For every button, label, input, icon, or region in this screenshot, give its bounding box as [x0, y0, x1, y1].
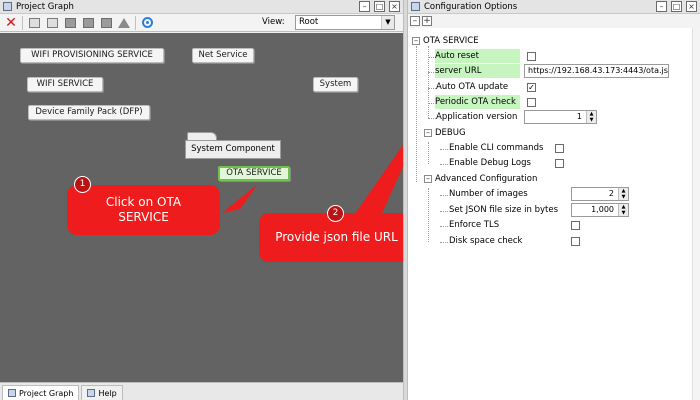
spinner-icon[interactable]: ▲ ▼ — [618, 204, 628, 216]
configuration-toolbar: – + — [408, 14, 700, 28]
server-url-label: server URL — [435, 64, 520, 78]
enforce-tls-checkbox[interactable] — [571, 221, 580, 230]
view-label: View: — [262, 17, 285, 27]
tree-branch — [440, 195, 448, 196]
tree-branch — [440, 164, 448, 165]
enforce-tls-label: Enforce TLS — [449, 220, 500, 230]
tab-help-label: Help — [98, 388, 117, 398]
callout-1-text: Click on OTA SERVICE — [105, 195, 182, 224]
project-graph-titlebar: Project Graph – □ × — [0, 0, 403, 14]
tab-project-graph-label: Project Graph — [19, 388, 74, 398]
periodic-ota-check-checkbox[interactable] — [527, 98, 536, 107]
auto-ota-update-checkbox[interactable]: ✓ — [527, 83, 536, 92]
auto-ota-update-label: Auto OTA update — [436, 82, 509, 92]
collapse-ota-icon[interactable]: – — [412, 37, 420, 45]
disk-space-check-label: Disk space check — [449, 236, 523, 246]
collapse-debug-icon[interactable]: – — [424, 129, 432, 137]
spinner-icon[interactable]: ▲ ▼ — [586, 111, 596, 123]
layer-icon[interactable] — [99, 16, 113, 30]
add-component-icon[interactable] — [45, 16, 59, 30]
enable-debug-logs-checkbox[interactable] — [555, 159, 564, 168]
tree-line — [428, 142, 429, 164]
auto-reset-checkbox[interactable] — [527, 52, 536, 61]
focus-target-icon[interactable] — [140, 16, 154, 30]
tab-help[interactable]: Help — [81, 385, 123, 400]
new-container-icon[interactable] — [27, 16, 41, 30]
configuration-options-panel: Configuration Options – □ × – + – OTA SE… — [408, 0, 700, 400]
section-advanced-configuration: Advanced Configuration — [435, 174, 538, 184]
configuration-scrollbar[interactable] — [692, 28, 700, 400]
application-version-value: 1 — [576, 112, 582, 121]
expand-all-icon[interactable]: + — [422, 16, 432, 26]
close-icon[interactable]: × — [686, 1, 697, 12]
tree-branch — [440, 242, 448, 243]
configuration-options-title: Configuration Options — [424, 1, 518, 12]
callout-1-badge: 1 — [74, 176, 91, 193]
project-graph-icon — [3, 2, 12, 11]
project-graph-title: Project Graph — [16, 1, 74, 12]
toolbar-separator — [22, 15, 23, 30]
tree-branch — [428, 118, 436, 119]
section-ota-service: OTA SERVICE — [423, 36, 479, 46]
bottom-tab-bar: Project Graph Help — [0, 382, 403, 400]
view-select[interactable]: Root ▼ — [295, 15, 395, 30]
section-debug: DEBUG — [435, 128, 466, 138]
callout-1-pointer — [222, 184, 258, 213]
tree-line — [428, 188, 429, 242]
application-version-label: Application version — [436, 112, 518, 122]
json-file-size-input[interactable]: 1,000 ▲ ▼ — [571, 203, 629, 217]
enable-debug-logs-label: Enable Debug Logs — [449, 158, 531, 168]
tree-line — [416, 46, 417, 182]
maximize-icon[interactable]: □ — [671, 1, 682, 12]
view-select-value: Root — [299, 17, 319, 27]
auto-reset-label: Auto reset — [435, 49, 520, 63]
callout-2-text: Provide json file URL — [275, 230, 398, 244]
application-version-input[interactable]: 1 ▲ ▼ — [524, 110, 597, 124]
collapse-advanced-icon[interactable]: – — [424, 175, 432, 183]
json-file-size-value: 1,000 — [591, 205, 614, 214]
number-of-images-input[interactable]: 2 ▲ ▼ — [571, 187, 629, 201]
toolbar-separator — [135, 15, 136, 30]
json-file-size-label: Set JSON file size in bytes — [449, 205, 559, 215]
group-icon[interactable] — [63, 16, 77, 30]
enable-cli-checkbox[interactable] — [555, 144, 564, 153]
server-url-input[interactable]: https://192.168.43.173:4443/ota.json — [524, 64, 669, 78]
number-of-images-label: Number of images — [449, 189, 528, 199]
chevron-down-icon[interactable]: ▼ — [381, 16, 394, 29]
tree-branch — [440, 211, 448, 212]
project-graph-panel: Project Graph – □ × ✕ View: Root ▼ WIFI … — [0, 0, 414, 400]
collapse-all-icon[interactable]: – — [410, 16, 420, 26]
maximize-icon[interactable]: □ — [374, 1, 385, 12]
help-tab-icon — [87, 389, 96, 397]
delete-icon[interactable]: ✕ — [4, 16, 18, 30]
callout-2-pointer — [352, 145, 403, 222]
configuration-options-titlebar: Configuration Options – □ × — [408, 0, 700, 14]
configuration-options-icon — [411, 2, 420, 11]
tree-branch — [440, 226, 448, 227]
callout-2-badge: 2 — [327, 205, 344, 222]
spinner-icon[interactable]: ▲ ▼ — [618, 188, 628, 200]
enable-cli-label: Enable CLI commands — [449, 143, 544, 153]
callout-1: Click on OTA SERVICE — [67, 185, 220, 235]
minimize-icon[interactable]: – — [656, 1, 667, 12]
tree-branch — [428, 88, 436, 89]
move-up-icon[interactable] — [117, 16, 131, 30]
project-graph-tab-icon — [8, 389, 16, 397]
number-of-images-value: 2 — [608, 189, 614, 198]
tab-project-graph[interactable]: Project Graph — [2, 385, 80, 400]
ungroup-icon[interactable] — [81, 16, 95, 30]
periodic-ota-check-label: Periodic OTA check — [435, 95, 520, 109]
graph-canvas[interactable]: WIFI PROVISIONING SERVICE Net Service WI… — [0, 33, 414, 382]
close-icon[interactable]: × — [389, 1, 400, 12]
disk-space-check-checkbox[interactable] — [571, 237, 580, 246]
minimize-icon[interactable]: – — [359, 1, 370, 12]
tree-branch — [440, 149, 448, 150]
